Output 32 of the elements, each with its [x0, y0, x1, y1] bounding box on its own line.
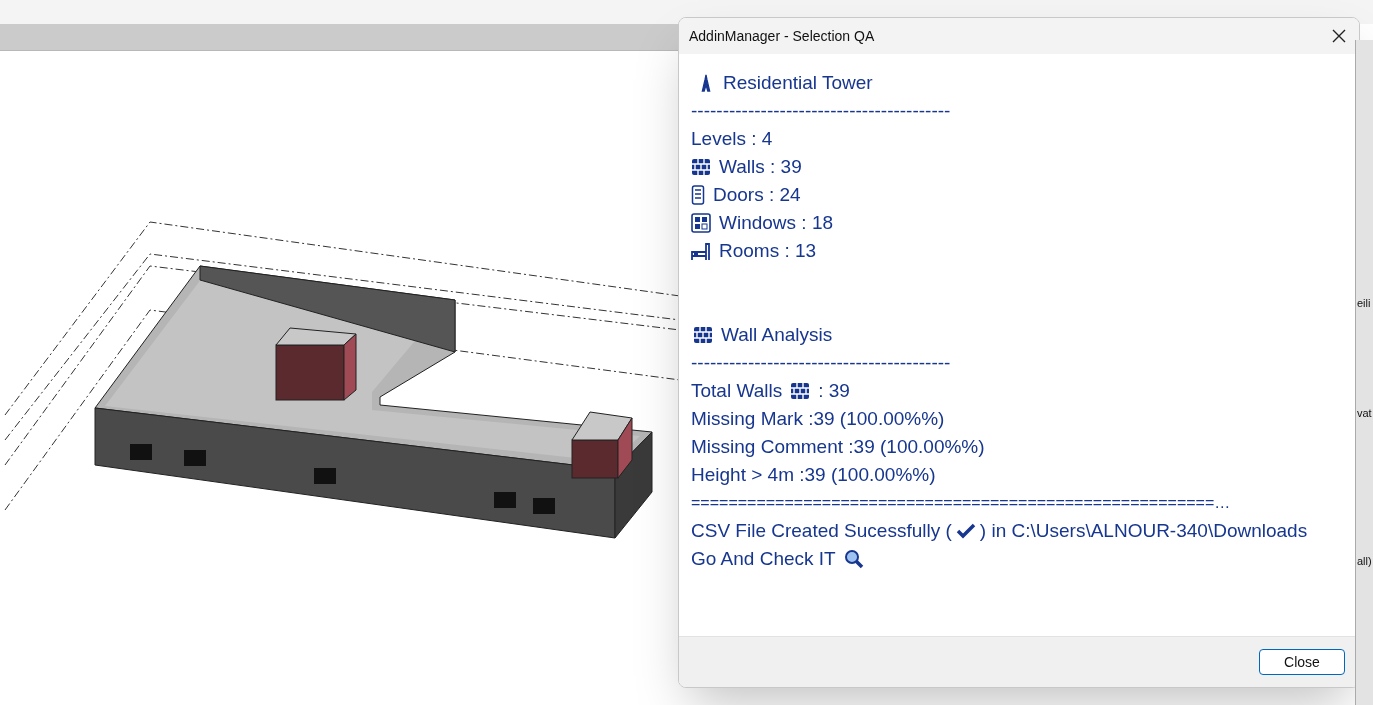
- window-icon: [691, 213, 711, 233]
- count-text: Doors : 24: [713, 183, 801, 207]
- checkmark-icon: [955, 523, 976, 539]
- panel-label-text: eili: [1357, 296, 1371, 310]
- total-value: : 39: [818, 379, 850, 403]
- door-icon: [691, 185, 705, 205]
- file-path-text: ) in C:\Users\ALNOUR-340\Downloads: [979, 519, 1308, 543]
- panel-label-text: vat: [1357, 406, 1372, 420]
- brick-wall-icon: [693, 326, 713, 344]
- separator-line: -----------------------------------------: [691, 351, 951, 375]
- section-heading: Wall Analysis: [721, 323, 833, 347]
- separator-line: ========================================================…: [691, 493, 1231, 513]
- analysis-text: Height > 4m :39 (100.00%%): [691, 463, 936, 487]
- count-text: Rooms : 13: [719, 239, 817, 263]
- separator-line: -----------------------------------------: [691, 99, 951, 123]
- window-title: AddinManager - Selection QA: [689, 26, 875, 46]
- brick-wall-icon: [691, 158, 711, 176]
- close-button[interactable]: Close: [1259, 649, 1345, 675]
- total-label: Total Walls: [691, 379, 783, 403]
- status-text: CSV File Created Sucessfully (: [691, 519, 952, 543]
- analysis-text: Missing Comment :39 (100.00%%): [691, 435, 985, 459]
- analysis-text: Missing Mark :39 (100.00%%): [691, 407, 945, 431]
- brick-wall-icon: [790, 382, 811, 400]
- count-text: Walls : 39: [719, 155, 802, 179]
- panel-label-text: all): [1357, 554, 1372, 568]
- count-text: Windows : 18: [719, 211, 834, 235]
- section-heading: Residential Tower: [723, 71, 873, 95]
- search-icon: [843, 549, 864, 569]
- close-icon[interactable]: [1331, 28, 1347, 44]
- bed-icon: [691, 241, 711, 261]
- count-text: Levels : 4: [691, 127, 773, 151]
- check-text: Go And Check IT: [691, 547, 836, 571]
